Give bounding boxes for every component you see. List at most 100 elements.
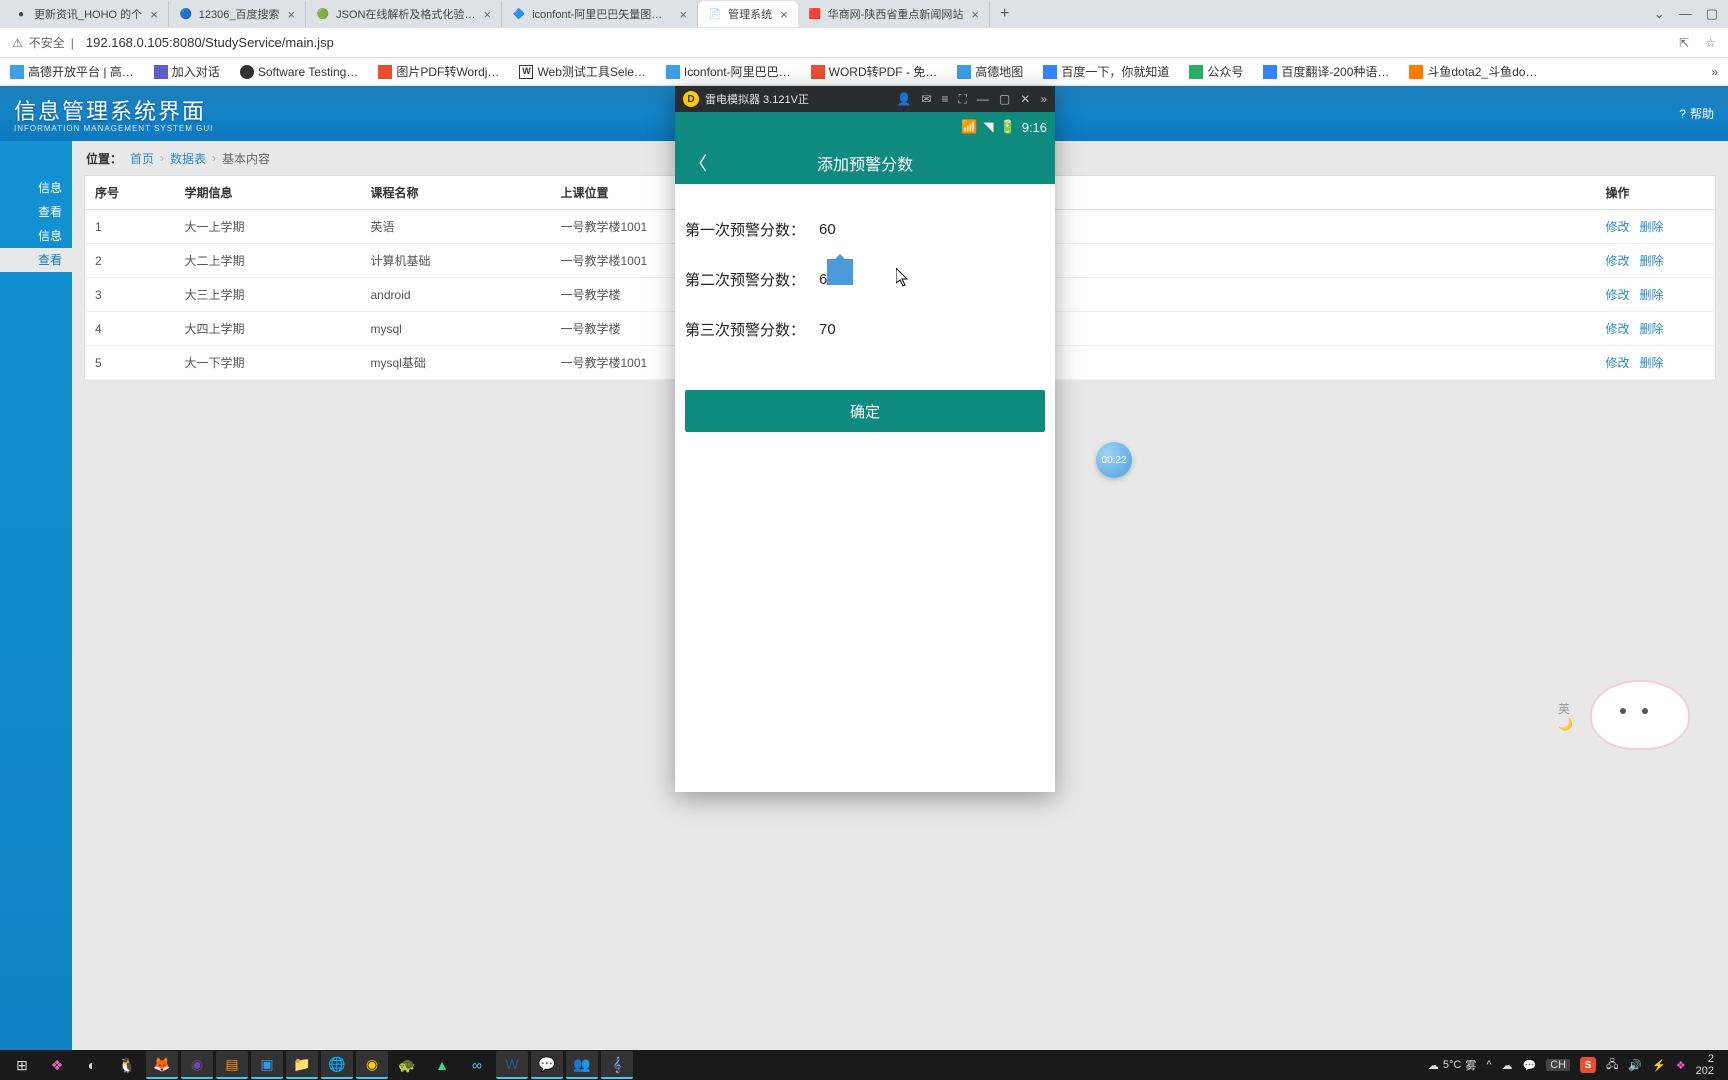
start-button[interactable]: ⊞ (6, 1051, 38, 1079)
taskbar-app-wechat[interactable]: 💬 (531, 1051, 563, 1079)
bookmark-link[interactable]: Iconfont-阿里巴巴… (666, 63, 791, 80)
edit-link[interactable]: 修改 (1606, 288, 1630, 302)
sogou-icon[interactable]: S (1580, 1057, 1596, 1073)
bookmark-link[interactable]: WWeb测试工具Sele… (519, 63, 645, 80)
close-icon[interactable]: × (780, 7, 788, 22)
ime-badge[interactable]: CH (1546, 1059, 1570, 1071)
bookmark-link[interactable]: 高德开放平台 | 高… (10, 63, 134, 80)
fullscreen-icon[interactable]: ⛶ (959, 92, 967, 107)
back-icon[interactable]: 〈 (689, 150, 707, 176)
bookmark-link[interactable]: 加入对话 (154, 63, 220, 80)
sidebar-item-active[interactable]: 查看 (0, 248, 72, 272)
bookmark-link[interactable]: 百度一下，你就知道 (1043, 63, 1169, 80)
security-status[interactable]: ⚠ 不安全 | 192.168.0.105:8080/StudyService/… (12, 34, 334, 51)
bookmark-link[interactable]: Software Testing… (240, 65, 359, 79)
taskbar-app-word[interactable]: W (496, 1051, 528, 1079)
weather-widget[interactable]: ☁ 5°C 雾 (1428, 1057, 1476, 1073)
tray-power-icon[interactable]: ⚡ (1652, 1059, 1666, 1072)
maximize-icon[interactable]: ▢ (1706, 6, 1718, 22)
taskbar-app[interactable]: ▣ (251, 1051, 283, 1079)
sidebar-item[interactable]: 信息 (0, 176, 72, 200)
bookmark-link[interactable]: 图片PDF转Wordj… (378, 63, 499, 80)
expand-icon[interactable]: » (1040, 92, 1047, 106)
edit-link[interactable]: 修改 (1606, 220, 1630, 234)
tray-wechat-icon[interactable]: 💬 (1523, 1059, 1537, 1072)
taskbar-app[interactable]: 🐧 (111, 1051, 143, 1079)
taskbar-app-teams[interactable]: 👥 (566, 1051, 598, 1079)
help-link[interactable]: ? 帮助 (1679, 105, 1714, 122)
sidebar-item[interactable]: 信息 (0, 224, 72, 248)
chevron-down-icon[interactable]: ⌄ (1654, 6, 1665, 22)
share-icon[interactable]: ⇱ (1679, 36, 1689, 50)
browser-tab[interactable]: 🟢 JSON在线解析及格式化验证 - J × (306, 1, 502, 27)
minimize-icon[interactable]: — (977, 92, 989, 106)
taskbar-app-steam[interactable]: ◐ (76, 1051, 108, 1079)
taskbar-app-explorer[interactable]: 📁 (286, 1051, 318, 1079)
taskbar-app[interactable]: ❖ (41, 1051, 73, 1079)
cell-index: 4 (85, 312, 175, 346)
star-icon[interactable]: ☆ (1705, 36, 1716, 50)
browser-tab[interactable]: 🔷 iconfont-阿里巴巴矢量图标库 × (502, 1, 698, 27)
clock-time[interactable]: 2 (1696, 1053, 1714, 1065)
confirm-button[interactable]: 确定 (685, 390, 1045, 432)
field-value[interactable]: 70 (819, 321, 836, 338)
taskbar-app-sublime[interactable]: ▤ (216, 1051, 248, 1079)
taskbar-app[interactable]: 𝄞 (601, 1051, 633, 1079)
mail-icon[interactable]: ✉ (921, 92, 931, 106)
bookmark-link[interactable]: 公众号 (1189, 63, 1243, 80)
close-icon[interactable]: × (484, 7, 492, 22)
new-tab-button[interactable]: + (990, 5, 1019, 23)
maximize-icon[interactable]: ▢ (999, 92, 1010, 106)
bookmark-link[interactable]: 斗鱼dota2_斗鱼do… (1409, 63, 1537, 80)
delete-link[interactable]: 删除 (1640, 220, 1664, 234)
tray-volume-icon[interactable]: 🔊 (1628, 1059, 1642, 1072)
field-label: 第三次预警分数： (685, 319, 815, 340)
close-icon[interactable]: × (680, 7, 688, 22)
taskbar-app[interactable]: 🐢 (391, 1051, 423, 1079)
text-selection-handle[interactable] (827, 259, 853, 285)
bookmark-link[interactable]: WORD转PDF - 免… (811, 63, 938, 80)
browser-tab[interactable]: 🟥 华商网-陕西省重点新闻网站 × (798, 1, 990, 27)
url-text[interactable]: 192.168.0.105:8080/StudyService/main.jsp (86, 35, 334, 50)
cell-semester: 大一上学期 (175, 210, 361, 244)
breadcrumb-link[interactable]: 数据表 (170, 150, 206, 167)
tray-network-icon[interactable]: 🖧 (1606, 1056, 1618, 1075)
breadcrumb-link[interactable]: 首页 (130, 150, 154, 167)
edit-link[interactable]: 修改 (1606, 322, 1630, 336)
bookmark-link[interactable]: 百度翻译-200种语… (1263, 63, 1389, 80)
edit-link[interactable]: 修改 (1606, 356, 1630, 370)
favicon-icon: 🔵 (179, 7, 193, 21)
browser-tab[interactable]: ● 更新资讯_HOHO 的个 × (4, 1, 169, 27)
browser-tab[interactable]: 🔵 12306_百度搜索 × (169, 1, 306, 27)
delete-link[interactable]: 删除 (1640, 254, 1664, 268)
minimize-icon[interactable]: — (1679, 6, 1692, 22)
taskbar-app[interactable]: ∞ (461, 1051, 493, 1079)
menu-icon[interactable]: ≡ (941, 92, 948, 106)
browser-tab-active[interactable]: 📄 管理系统 × (698, 1, 798, 27)
clock-date[interactable]: 202 (1696, 1065, 1714, 1077)
close-icon[interactable]: × (288, 7, 296, 22)
close-icon[interactable]: × (150, 7, 158, 22)
close-icon[interactable]: ✕ (1020, 92, 1030, 106)
delete-link[interactable]: 删除 (1640, 356, 1664, 370)
taskbar-app-chrome[interactable]: 🌐 (321, 1051, 353, 1079)
tray-chevron-icon[interactable]: ^ (1486, 1059, 1491, 1071)
user-icon[interactable]: 👤 (896, 92, 911, 106)
field-value[interactable]: 60 (819, 221, 836, 238)
taskbar-app-android[interactable]: ▲ (426, 1051, 458, 1079)
emulator-titlebar[interactable]: D 雷电模拟器 3.121V正 👤 ✉ ≡ ⛶ — ▢ ✕ » (675, 86, 1055, 112)
taskbar-app-firefox[interactable]: 🦊 (146, 1051, 178, 1079)
bookmarks-overflow[interactable]: » (1711, 65, 1718, 79)
tray-app-icon[interactable]: ❖ (1676, 1059, 1686, 1072)
delete-link[interactable]: 删除 (1640, 288, 1664, 302)
cell-course: 英语 (361, 210, 551, 244)
delete-link[interactable]: 删除 (1640, 322, 1664, 336)
taskbar-app-eclipse[interactable]: ◉ (181, 1051, 213, 1079)
tray-cloud-icon[interactable]: ☁ (1502, 1059, 1513, 1072)
bookmark-link[interactable]: 高德地图 (957, 63, 1023, 80)
taskbar-app-emulator[interactable]: ◉ (356, 1051, 388, 1079)
recording-timer-badge[interactable]: 00:22 (1096, 442, 1132, 478)
edit-link[interactable]: 修改 (1606, 254, 1630, 268)
close-icon[interactable]: × (971, 7, 979, 22)
sidebar-item[interactable]: 查看 (0, 200, 72, 224)
